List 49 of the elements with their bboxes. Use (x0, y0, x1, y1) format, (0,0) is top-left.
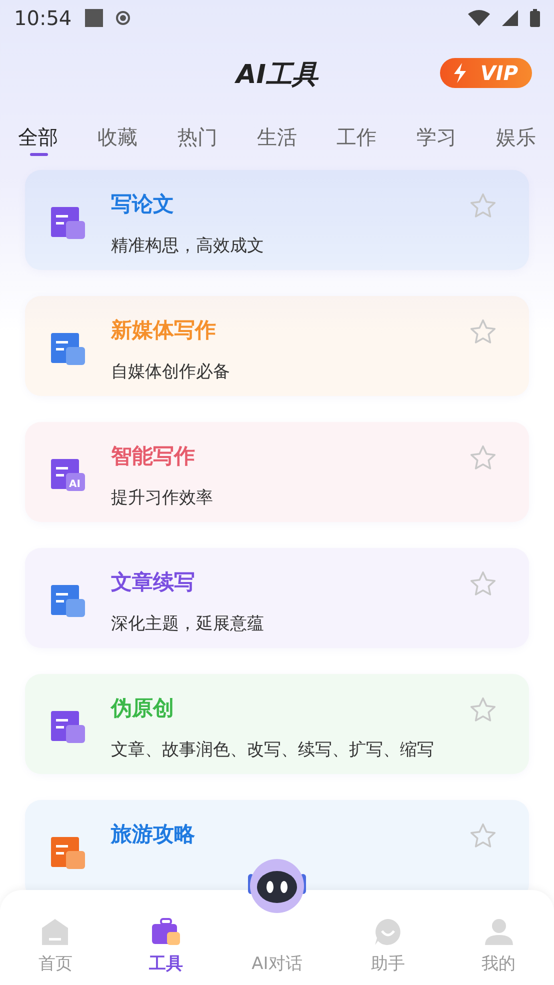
tool-card[interactable]: 写论文 精准构思，高效成文 (25, 170, 529, 270)
tool-card[interactable]: 旅游攻略 (25, 800, 529, 890)
nav-tab[interactable]: 首页 (10, 918, 100, 975)
tool-card[interactable]: AI 智能写作 提升习作效率 (25, 422, 529, 522)
nav-tab[interactable]: 我的 (454, 918, 544, 975)
nav-tab[interactable]: 助手 (342, 918, 433, 975)
tool-title: 伪原创 (111, 695, 175, 722)
tool-card[interactable]: 文章续写 深化主题，延展意蕴 (25, 548, 529, 648)
tool-title: 新媒体写作 (111, 317, 217, 344)
notification-icon (84, 8, 104, 28)
star-icon[interactable] (469, 444, 497, 472)
tool-description: 深化主题，延展意蕴 (111, 613, 264, 635)
star-icon[interactable] (469, 696, 497, 724)
lightning-icon (452, 63, 468, 83)
person-icon (484, 918, 514, 946)
category-tab[interactable]: 娱乐 (496, 112, 536, 162)
category-tab[interactable]: 全部 (18, 112, 58, 162)
record-icon (116, 11, 130, 25)
ai-label: AI (69, 479, 80, 490)
star-icon[interactable] (469, 570, 497, 598)
vip-button[interactable]: VIP (440, 58, 532, 88)
battery-icon (530, 9, 540, 27)
category-tab[interactable]: 热门 (177, 112, 218, 162)
star-icon[interactable] (469, 192, 497, 220)
tool-title: 写论文 (111, 191, 175, 218)
tool-card[interactable]: 伪原创 文章、故事润色、改写、续写、扩写、缩写 (25, 674, 529, 774)
nav-tab[interactable]: AI对话 (232, 918, 322, 975)
home-icon (40, 918, 70, 946)
tool-title: 旅游攻略 (111, 821, 195, 848)
nav-tab[interactable]: 工具 (121, 918, 212, 975)
briefcase-icon (151, 918, 182, 946)
tool-title: 文章续写 (111, 569, 196, 596)
tool-description: 自媒体创作必备 (111, 361, 230, 383)
chat-face-icon (372, 918, 403, 946)
category-tab[interactable]: 学习 (416, 112, 456, 162)
star-icon[interactable] (469, 318, 497, 346)
tool-card[interactable]: 新媒体写作 自媒体创作必备 (25, 296, 529, 396)
wifi-icon (468, 10, 490, 26)
category-tab[interactable]: 生活 (256, 112, 297, 162)
category-tab[interactable]: 收藏 (98, 112, 138, 162)
tool-description: 文章、故事润色、改写、续写、扩写、缩写 (111, 739, 434, 761)
tool-title: 智能写作 (111, 443, 196, 470)
status-time: 10:54 (14, 6, 72, 30)
tool-description: 提升习作效率 (111, 487, 213, 509)
category-tab[interactable]: 工作 (336, 112, 377, 162)
tool-description: 精准构思，高效成文 (111, 235, 264, 257)
page-title: AI工具 (236, 58, 318, 92)
signal-icon (502, 10, 518, 26)
star-icon[interactable] (469, 822, 497, 850)
